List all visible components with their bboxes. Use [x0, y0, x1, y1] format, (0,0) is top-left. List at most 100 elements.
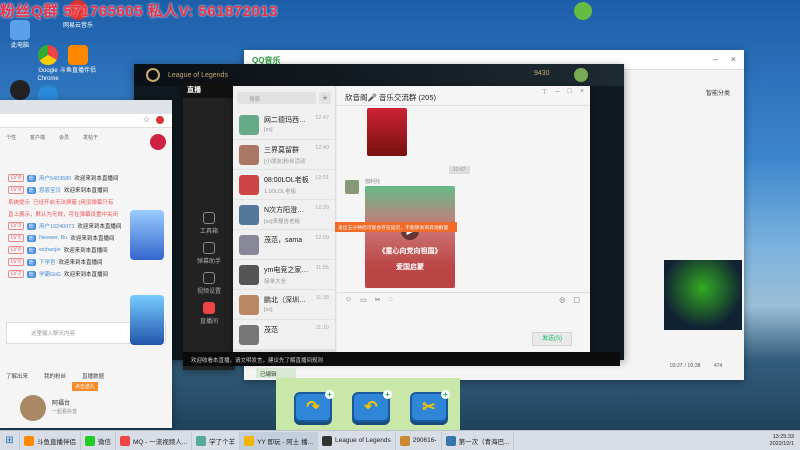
sidebar-item-tools[interactable]: 工具箱	[183, 208, 235, 238]
video-call-icon[interactable]: ▢	[573, 296, 580, 304]
danmaku-row: LV 8 粉用户5403680 欢迎来到本直播间	[0, 172, 172, 184]
shared-image[interactable]	[367, 108, 407, 156]
taskbar-item[interactable]: 微信	[81, 431, 116, 450]
conversation-item[interactable]: ym电竞之家(接单群) 接单大全 11:55	[233, 260, 335, 290]
side-panel: 直播 工具箱 弹幕助手 视频设置 直播间	[183, 82, 235, 370]
conversation-item[interactable]: 08:00LOL老板 1.00LOL老板 12:31	[233, 170, 335, 200]
avatar	[239, 205, 259, 225]
scissors-icon[interactable]: ✂	[375, 296, 381, 304]
chrome-icon	[38, 45, 58, 65]
app-icon	[399, 435, 410, 446]
playback-time: 03:27/03:38	[670, 363, 701, 369]
tab-item[interactable]: 直播数据	[82, 372, 104, 380]
pin-icon[interactable]: ⊤	[542, 88, 548, 96]
bottom-tabs: 了解出来 我的粉丝 直播数据	[6, 372, 104, 380]
clock[interactable]: 13:25:33 2022/10/1	[770, 434, 800, 448]
avatar[interactable]	[574, 68, 588, 82]
app-icon	[85, 435, 95, 446]
edit-button[interactable]: 已编辑	[256, 368, 296, 378]
search-input[interactable]: 搜索	[237, 92, 316, 104]
conversation-last-message: [xx]来报告老板	[264, 219, 301, 224]
star-icon[interactable]: ☆	[143, 115, 150, 124]
menu-item[interactable]: 客户端	[30, 134, 45, 150]
smart-category[interactable]: 智能分类	[706, 88, 730, 97]
conversation-time: 12:40	[315, 145, 329, 151]
gift-badge[interactable]: 点击送礼	[72, 382, 99, 391]
conversation-item[interactable]: 三界莫留群 [小朋友]粉丝活动 12:40	[233, 140, 335, 170]
conversation-item[interactable]: 茂范，sama 12:00	[233, 230, 335, 260]
danmaku-row: LV 9 粉恩恩宝贝 欢迎来到本直播间	[0, 184, 172, 196]
taskbar-item[interactable]: League of Legends	[318, 431, 396, 450]
conversation-name: 三界莫留群	[264, 147, 299, 154]
menu-item[interactable]: 个性	[6, 134, 16, 150]
voice-call-icon[interactable]: ◎	[559, 296, 565, 304]
sender-avatar[interactable]	[345, 180, 359, 194]
plus-icon: +	[325, 390, 334, 399]
close-icon[interactable]: ×	[580, 88, 584, 96]
chat-bubble-icon[interactable]: ◌	[389, 296, 393, 304]
flower-icon[interactable]	[574, 2, 592, 20]
album-art	[664, 260, 742, 330]
plus-icon: +	[383, 390, 392, 399]
profile-icon[interactable]	[156, 116, 164, 124]
taskbar-item[interactable]: 学了个羊	[192, 431, 241, 450]
taskbar-item[interactable]: MQ - 一流视频人...	[116, 431, 193, 450]
tab-item[interactable]: 我的粉丝	[44, 372, 66, 380]
avatar	[239, 145, 259, 165]
minimize-icon[interactable]: –	[713, 54, 718, 64]
video-subtitle: 爱国启蒙	[396, 264, 424, 271]
sidebar-item-room[interactable]: 直播间	[183, 298, 235, 328]
minimize-icon[interactable]: –	[556, 88, 560, 96]
send-button[interactable]: 发送(S)	[532, 332, 572, 346]
app-icon	[196, 435, 207, 446]
start-button[interactable]: ⊞	[0, 431, 20, 450]
sidebar-item-danmaku[interactable]: 弹幕助手	[183, 238, 235, 268]
taskbar-item[interactable]: 290616-	[396, 431, 442, 450]
conversation-item[interactable]: 网二德玛西亚联盟开... [xx] 12:47	[233, 110, 335, 140]
close-icon[interactable]: ×	[731, 54, 736, 64]
user-desc: 一起看抖音	[52, 409, 78, 415]
sidebar-item-video[interactable]: 视频设置	[183, 268, 235, 298]
conversation-item[interactable]: 茂范 11:10	[233, 320, 335, 350]
conversation-time: 11:33	[315, 295, 329, 301]
desktop-icon-douyu[interactable]: 斗鱼直播伴侣	[58, 45, 98, 75]
add-button[interactable]: +	[319, 92, 331, 104]
lol-logo-icon	[146, 68, 160, 82]
avatar	[239, 115, 259, 135]
conversation-time: 12:47	[315, 115, 329, 121]
user-avatar[interactable]	[20, 395, 46, 421]
streamer-avatar[interactable]	[150, 134, 166, 150]
menu-item[interactable]: 发帖干	[83, 134, 98, 150]
conversation-last-message: [xx]	[264, 307, 273, 313]
sender-name: 伽利托	[365, 179, 381, 185]
conversation-time: 11:55	[315, 265, 329, 271]
menu-item[interactable]: 会员	[59, 134, 69, 150]
coin-count: 9430	[534, 70, 550, 77]
conversation-name: ym电竞之家(接单群)	[264, 267, 311, 274]
maximize-icon[interactable]: □	[568, 88, 572, 96]
avatar	[239, 235, 259, 255]
taskbar-item[interactable]: 第一次（青海巴...	[442, 431, 515, 450]
app-icon	[322, 435, 333, 446]
taskbar-item[interactable]: 斗鱼直播伴侣	[20, 431, 81, 450]
conversation-list: 搜索 + 网二德玛西亚联盟开... [xx] 12:47 三界莫留群 [小朋友]…	[233, 86, 336, 352]
emoji-icon[interactable]: ☺	[345, 296, 352, 304]
taskbar-item[interactable]: YY 即玩 - 阿土 播...	[240, 431, 319, 450]
qq-icon	[10, 80, 30, 100]
user-name: 阿福台	[52, 401, 71, 407]
chat-panel: 欣音阁🎤 音乐交流群 (205) ⊤–□× 12:47 伽利托 ▶ 《童心向党向…	[335, 86, 590, 352]
danmaku-icon	[203, 241, 215, 254]
folder-icon[interactable]: ▭	[360, 296, 367, 304]
video-settings-icon	[203, 271, 215, 284]
app-icon	[244, 435, 255, 446]
video-message[interactable]: ▶ 《童心向党向祖国》 爱国启蒙	[365, 186, 455, 288]
conversation-item[interactable]: 鹏北（深圳就是在休... [xx] 11:33	[233, 290, 335, 320]
tab-item[interactable]: 了解出来	[6, 372, 28, 380]
stream-overlay-text: 粉丝Q群 571765605 私人V: 561872013	[0, 3, 279, 20]
avatar	[239, 265, 259, 285]
conversation-item[interactable]: N次方阳澄通知🔔 推... [xx]来报告老板 12:20	[233, 200, 335, 230]
conversation-time: 12:20	[315, 205, 329, 211]
app-icon	[24, 435, 34, 446]
app-icon	[445, 435, 456, 446]
video-title: 《童心向党向祖国》	[378, 248, 442, 255]
